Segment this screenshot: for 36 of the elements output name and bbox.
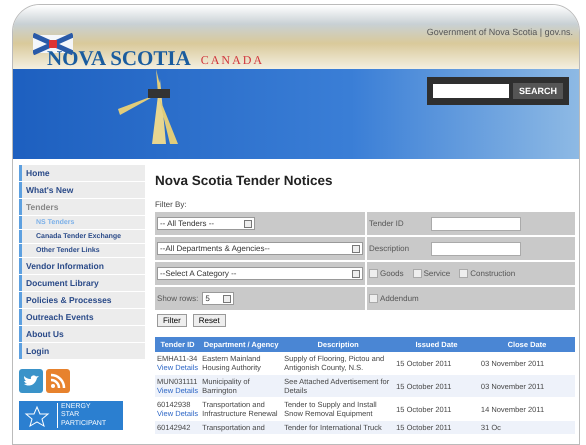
filter-label: Filter By: xyxy=(155,200,188,209)
sidebar-item[interactable]: Vendor Information xyxy=(19,258,145,274)
gov-link[interactable]: Government of Nova Scotia | gov.ns. xyxy=(426,27,573,37)
sidebar-item[interactable]: Policies & Processes xyxy=(19,292,145,308)
checkbox-label: Service xyxy=(424,269,450,278)
checkbox-label: Goods xyxy=(380,269,404,278)
bird-icon[interactable] xyxy=(19,369,43,393)
checkbox[interactable] xyxy=(412,269,422,278)
rows-dropdown[interactable]: 5 xyxy=(202,292,234,305)
page-title: Nova Scotia Tender Notices xyxy=(155,173,334,188)
category-dropdown[interactable]: --Select A Category -- xyxy=(157,267,363,280)
department-dropdown[interactable]: --All Departments & Agencies-- xyxy=(157,242,363,255)
form-button[interactable]: Filter xyxy=(157,314,187,327)
search-button[interactable]: SEARCH xyxy=(512,83,563,99)
checkbox[interactable] xyxy=(369,294,378,303)
logo-text: NOVA SCOTIA xyxy=(47,46,191,71)
search-field[interactable] xyxy=(432,84,509,98)
checkbox[interactable] xyxy=(459,269,468,278)
sidebar-item[interactable]: Outreach Events xyxy=(19,309,145,325)
checkbox-label: Construction xyxy=(470,269,516,278)
tender-id-field[interactable] xyxy=(431,216,521,230)
checkbox[interactable] xyxy=(369,269,378,278)
sidebar-item[interactable]: About Us xyxy=(19,326,145,342)
show-rows-label: Show rows: xyxy=(157,294,198,303)
logo-subtitle: CANADA xyxy=(200,53,264,68)
sidebar-item[interactable]: Document Library xyxy=(19,275,145,291)
form-button[interactable]: Reset xyxy=(192,314,226,327)
sidebar-item[interactable]: Home xyxy=(19,165,145,181)
sidebar-item[interactable]: Login xyxy=(19,343,145,359)
rss-icon[interactable] xyxy=(46,369,70,393)
tender-id-label: Tender ID xyxy=(369,219,405,228)
description-label: Description xyxy=(369,244,410,253)
checkbox-label: Addendum xyxy=(380,294,419,303)
sidebar-item[interactable]: What's New xyxy=(19,182,145,198)
tender-dropdown[interactable]: -- All Tenders -- xyxy=(157,217,255,230)
description-field[interactable] xyxy=(431,242,521,256)
